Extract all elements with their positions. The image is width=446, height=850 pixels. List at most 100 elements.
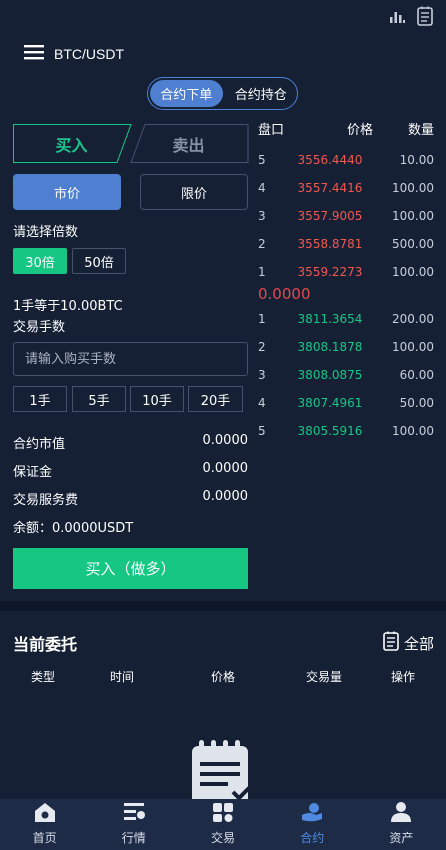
buy-long-button[interactable]: 买入（做多） <box>13 548 248 589</box>
bid-price: 3807.4961 <box>297 396 363 410</box>
bid-level: 3 <box>258 368 266 382</box>
nav-assets[interactable]: 资产 <box>357 799 446 850</box>
chart-bars-icon[interactable] <box>388 7 406 25</box>
header: BTC/USDT <box>24 44 124 64</box>
balance: 余额：0.0000USDT <box>13 521 134 536</box>
home-icon <box>33 801 57 829</box>
fee-label: 交易服务费 <box>13 493 79 508</box>
bid-price: 3805.5916 <box>297 424 363 438</box>
bottom-nav: 首页 行情 交易 合约 资产 <box>0 799 446 850</box>
ask-row[interactable]: 2 3558.8781 500.00 <box>258 237 434 251</box>
ask-row[interactable]: 4 3557.4416 100.00 <box>258 181 434 195</box>
tab-contract-order[interactable]: 合约下单 <box>150 80 223 107</box>
ask-price: 3558.8781 <box>297 237 363 251</box>
margin-row: 保证金 0.0000 <box>13 461 248 480</box>
hand-1-button[interactable]: 1手 <box>13 386 67 412</box>
hand-5-button[interactable]: 5手 <box>72 386 126 412</box>
fee-value: 0.0000 <box>202 489 249 504</box>
ask-row[interactable]: 3 3557.9005 100.00 <box>258 209 434 223</box>
top-icons <box>388 6 434 26</box>
col-action: 操作 <box>390 670 415 684</box>
empty-orders-icon <box>189 740 257 806</box>
bid-level: 1 <box>258 312 266 326</box>
user-icon <box>389 801 413 829</box>
col-price: 价格 <box>210 670 235 684</box>
ask-level: 3 <box>258 209 266 223</box>
pair-title: BTC/USDT <box>54 46 124 62</box>
nav-contract[interactable]: 合约 <box>268 799 357 850</box>
list-icon <box>122 801 146 829</box>
buy-tab-label: 买入 <box>55 135 88 155</box>
nav-trade[interactable]: 交易 <box>178 799 267 850</box>
bid-price: 3808.0875 <box>297 368 363 382</box>
bid-level: 4 <box>258 396 266 410</box>
sell-tab[interactable]: 卖出 <box>130 124 249 163</box>
bid-amount: 100.00 <box>392 424 434 438</box>
bid-row[interactable]: 5 3805.5916 100.00 <box>258 424 434 438</box>
col-time: 时间 <box>109 670 134 684</box>
orderbook-col-level: 盘口 <box>258 123 285 138</box>
sell-tab-label: 卖出 <box>172 135 205 155</box>
menu-icon[interactable] <box>24 44 44 64</box>
bid-amount: 100.00 <box>392 340 434 354</box>
col-volume: 交易量 <box>305 670 342 684</box>
bid-price: 3808.1878 <box>297 340 363 354</box>
bid-row[interactable]: 2 3808.1878 100.00 <box>258 340 434 354</box>
ask-price: 3557.4416 <box>297 181 363 195</box>
bid-row[interactable]: 1 3811.3654 200.00 <box>258 312 434 326</box>
limit-order-button[interactable]: 限价 <box>140 174 248 210</box>
ask-price: 3559.2273 <box>297 265 363 279</box>
leverage-30x-button[interactable]: 30倍 <box>13 248 67 274</box>
orderbook-header: 盘口 价格 数量 <box>258 119 434 138</box>
clipboard-icon <box>382 631 400 655</box>
market-value-label: 合约市值 <box>13 437 66 452</box>
nav-trade-label: 交易 <box>211 831 236 845</box>
bid-row[interactable]: 4 3807.4961 50.00 <box>258 396 434 410</box>
all-orders-button[interactable]: 全部 <box>382 631 434 655</box>
buy-tab[interactable]: 买入 <box>13 124 132 163</box>
all-orders-label: 全部 <box>403 634 434 653</box>
fee-row: 交易服务费 0.0000 <box>13 489 248 508</box>
hand-20-button[interactable]: 20手 <box>188 386 243 412</box>
qty-label: 交易手数 <box>13 320 66 335</box>
ask-row[interactable]: 5 3556.4440 10.00 <box>258 153 434 167</box>
nav-home-label: 首页 <box>32 831 57 845</box>
ask-amount: 100.00 <box>392 209 434 223</box>
market-value-row: 合约市值 0.0000 <box>13 433 248 452</box>
ask-row[interactable]: 1 3559.2273 100.00 <box>258 265 434 279</box>
ask-amount: 100.00 <box>392 265 434 279</box>
bid-row[interactable]: 3 3808.0875 60.00 <box>258 368 434 382</box>
bid-price: 3811.3654 <box>297 312 363 326</box>
bid-amount: 50.00 <box>399 396 434 410</box>
nav-home[interactable]: 首页 <box>0 799 89 850</box>
margin-label: 保证金 <box>13 465 53 480</box>
ask-amount: 10.00 <box>399 153 434 167</box>
section-divider <box>0 601 446 611</box>
nav-market[interactable]: 行情 <box>89 799 178 850</box>
ask-level: 1 <box>258 265 266 279</box>
bid-level: 2 <box>258 340 266 354</box>
bid-amount: 200.00 <box>392 312 434 326</box>
ask-amount: 100.00 <box>392 181 434 195</box>
margin-value: 0.0000 <box>202 461 249 476</box>
orderbook-col-amount: 数量 <box>407 123 434 138</box>
leverage-50x-button[interactable]: 50倍 <box>72 248 126 274</box>
lot-info: 1手等于10.00BTC <box>13 299 123 314</box>
ask-level: 4 <box>258 181 266 195</box>
last-price: 0.0000 <box>258 285 311 303</box>
hand-10-button[interactable]: 10手 <box>130 386 184 412</box>
tab-contract-position[interactable]: 合约持仓 <box>225 78 298 109</box>
trade-icon <box>211 801 235 829</box>
nav-contract-label: 合约 <box>300 831 325 845</box>
ask-price: 3557.9005 <box>297 209 363 223</box>
ask-amount: 500.00 <box>392 237 434 251</box>
bid-amount: 60.00 <box>399 368 434 382</box>
nav-market-label: 行情 <box>121 831 146 845</box>
document-icon[interactable] <box>416 6 434 26</box>
leverage-label: 请选择倍数 <box>13 225 79 240</box>
market-order-button[interactable]: 市价 <box>13 174 121 210</box>
nav-assets-label: 资产 <box>389 831 414 845</box>
col-type: 类型 <box>30 670 55 684</box>
contract-switch: 合约下单 合约持仓 <box>147 77 298 110</box>
qty-input[interactable] <box>13 342 248 376</box>
